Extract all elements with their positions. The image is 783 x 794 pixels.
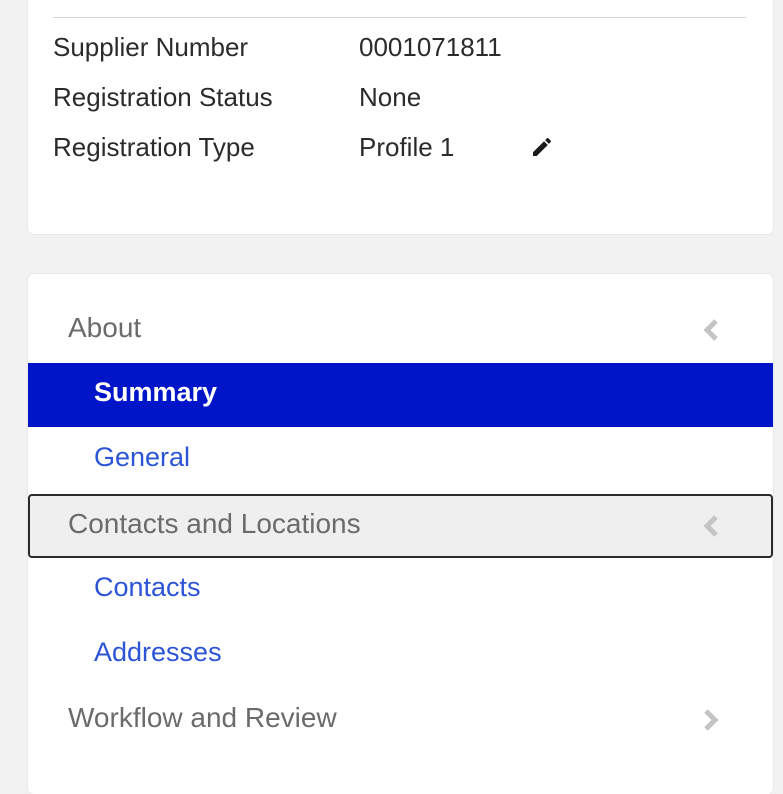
divider bbox=[53, 17, 746, 18]
nav-section-about[interactable]: About bbox=[28, 298, 773, 362]
chevron-left-icon bbox=[697, 316, 725, 344]
nav-section-label: Workflow and Review bbox=[68, 702, 337, 733]
registration-type-label: Registration Type bbox=[53, 132, 255, 162]
registration-type-value: Profile 1 bbox=[359, 132, 455, 162]
chevron-right-icon bbox=[697, 706, 725, 734]
registration-status-label: Registration Status bbox=[53, 82, 273, 112]
nav-section-contacts-and-locations[interactable]: Contacts and Locations bbox=[28, 494, 773, 558]
supplier-number-label: Supplier Number bbox=[53, 32, 249, 62]
supplier-info-card: Supplier Number 0001071811 Registration … bbox=[28, 0, 773, 234]
nav-item-label: Addresses bbox=[94, 637, 222, 667]
nav-item-label: Summary bbox=[94, 377, 218, 407]
registration-status-value: None bbox=[359, 82, 422, 112]
nav-section-label: About bbox=[68, 312, 142, 343]
nav-item-label: Contacts bbox=[94, 572, 201, 602]
nav-item-contacts[interactable]: Contacts bbox=[28, 558, 773, 622]
nav-item-label: General bbox=[94, 442, 191, 472]
pencil-icon[interactable] bbox=[530, 135, 554, 159]
nav-item-summary[interactable]: Summary bbox=[28, 363, 773, 427]
nav-section-label: Contacts and Locations bbox=[68, 508, 361, 539]
nav-section-workflow-and-review[interactable]: Workflow and Review bbox=[28, 688, 773, 752]
supplier-number-value: 0001071811 bbox=[359, 32, 502, 62]
nav-item-addresses[interactable]: Addresses bbox=[28, 623, 773, 687]
nav-item-general[interactable]: General bbox=[28, 428, 773, 492]
chevron-left-icon bbox=[697, 512, 725, 540]
profile-navigation: About Summary General Contacts and Locat… bbox=[28, 274, 773, 794]
